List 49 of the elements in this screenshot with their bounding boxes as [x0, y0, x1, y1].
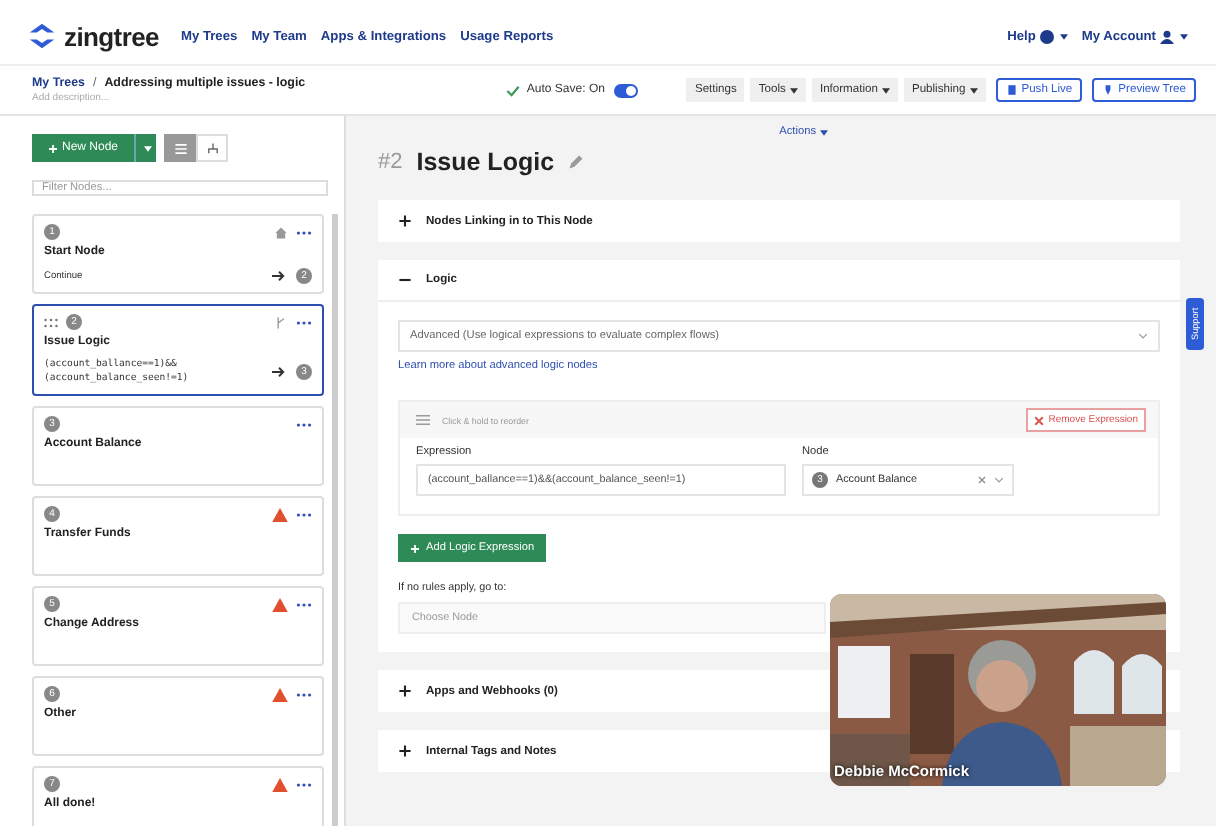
drag-handle-icon[interactable]	[416, 414, 430, 426]
minus-icon	[398, 278, 412, 282]
new-node-dropdown[interactable]	[134, 134, 157, 162]
clear-icon[interactable]	[978, 476, 986, 484]
chevron-down-icon	[1138, 332, 1148, 340]
warning-icon	[272, 507, 288, 522]
drag-handle-icon[interactable]	[44, 317, 58, 327]
more-icon[interactable]	[296, 691, 312, 698]
plus-icon	[398, 684, 412, 698]
chevron-down-icon	[994, 476, 1004, 484]
user-icon	[1160, 29, 1174, 43]
plus-icon	[398, 214, 412, 228]
warning-icon	[272, 687, 288, 702]
arrow-icon	[272, 366, 286, 379]
list-icon	[173, 141, 188, 155]
home-icon	[274, 225, 288, 239]
caret-icon	[789, 87, 798, 93]
caret-icon	[969, 87, 978, 93]
caret-icon	[1180, 33, 1188, 39]
more-icon[interactable]	[296, 601, 312, 608]
caret-icon	[881, 87, 890, 93]
arrow-icon	[272, 270, 286, 282]
node-id: #2	[378, 150, 403, 174]
close-icon	[1034, 415, 1045, 425]
caret-icon	[143, 145, 152, 151]
plus-icon	[398, 744, 412, 758]
caret-icon	[820, 129, 828, 135]
more-icon[interactable]	[296, 229, 312, 235]
check-icon	[506, 83, 521, 97]
pin-icon	[1102, 84, 1115, 96]
more-icon[interactable]	[296, 421, 312, 428]
warning-icon	[272, 597, 288, 612]
plus-icon	[410, 543, 420, 553]
caret-icon	[1059, 33, 1068, 39]
more-icon[interactable]	[296, 319, 312, 325]
zingtree-logo-icon	[28, 22, 56, 50]
node-heading: Issue Logic	[416, 148, 555, 176]
tree-view-button[interactable]	[196, 134, 229, 162]
more-icon[interactable]	[296, 511, 312, 518]
warning-icon	[272, 777, 288, 792]
pencil-icon[interactable]	[568, 154, 585, 170]
brand-name[interactable]: zingtree	[64, 21, 159, 51]
file-icon	[1005, 84, 1018, 96]
plus-icon	[48, 143, 58, 153]
hierarchy-icon	[205, 141, 220, 155]
auto-save-toggle[interactable]	[614, 83, 639, 97]
more-icon[interactable]	[296, 781, 312, 788]
branch-icon	[274, 315, 288, 329]
list-view-button[interactable]	[164, 134, 197, 162]
